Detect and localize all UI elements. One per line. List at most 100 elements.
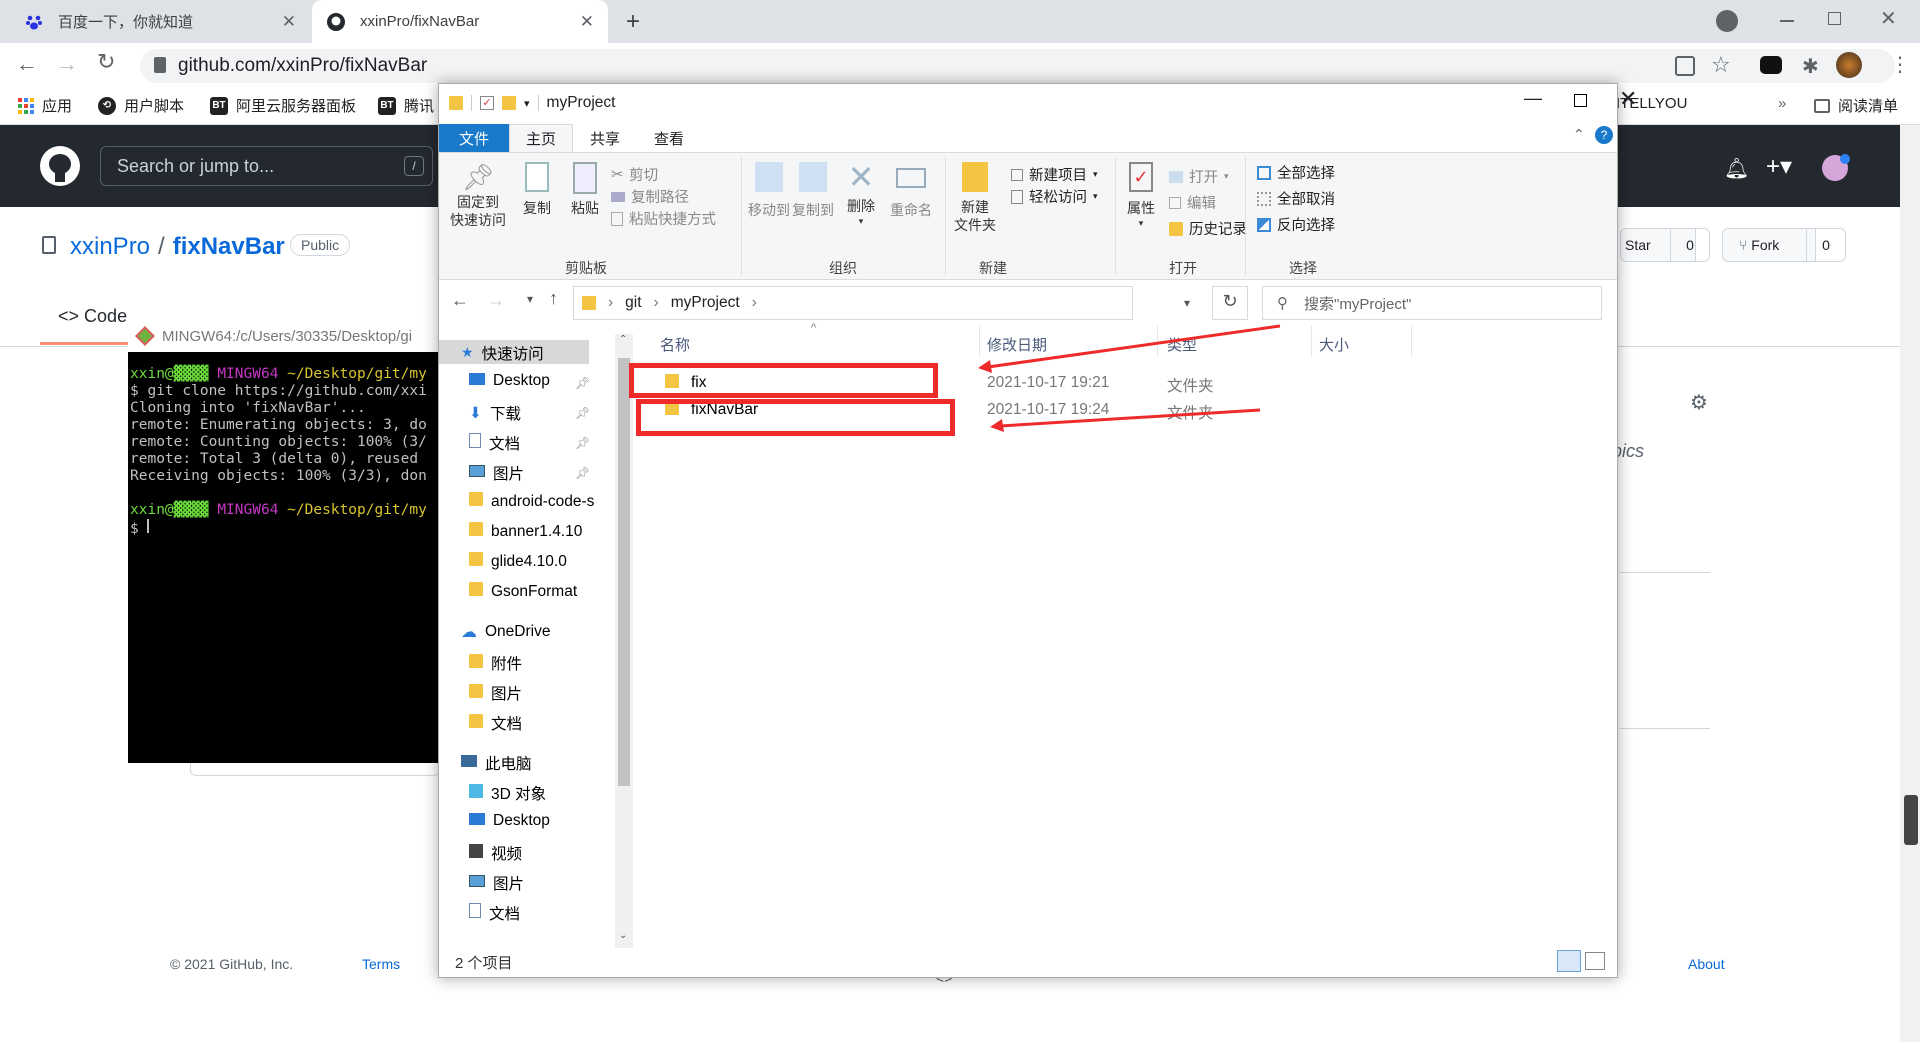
help-icon[interactable]: ? — [1595, 126, 1613, 144]
breadcrumb-git[interactable]: git — [625, 294, 641, 312]
details-view-icon[interactable] — [1557, 950, 1581, 972]
restore-icon[interactable] — [1828, 12, 1841, 25]
close-tab-icon[interactable]: ✕ — [580, 12, 594, 32]
ribbon-tab-home[interactable]: 主页 — [509, 124, 573, 152]
properties-button[interactable]: ✓ 属性 ▾ — [1121, 162, 1161, 229]
search-box[interactable]: ⚲ 搜索"myProject" — [1262, 286, 1602, 320]
easy-access-button[interactable]: 轻松访问 ▾ — [1011, 186, 1098, 207]
paste-button[interactable]: 粘贴 — [565, 162, 605, 218]
bookmark-star-icon[interactable]: ☆ — [1711, 52, 1731, 78]
tab-github[interactable]: xxinPro/fixNavBar ✕ — [312, 0, 608, 43]
column-header-size[interactable]: 大小 — [1319, 334, 1349, 355]
nav-item[interactable]: Desktop — [469, 372, 550, 390]
paste-shortcut-button[interactable]: 粘贴快捷方式 — [611, 208, 716, 229]
nav-item[interactable]: 附件 — [469, 652, 522, 674]
settings-gear-icon[interactable]: ⚙ — [1690, 390, 1708, 415]
ribbon-tab-file[interactable]: 文件 — [439, 124, 509, 152]
invert-selection-button[interactable]: 反向选择 — [1257, 214, 1335, 235]
tab-search-icon[interactable] — [1716, 10, 1738, 32]
bookmarks-overflow-icon[interactable]: » — [1778, 95, 1786, 112]
bookmark-userscript[interactable]: ⟲ 用户脚本 — [98, 95, 184, 116]
translate-icon[interactable] — [1675, 56, 1695, 76]
move-to-button[interactable]: 移动到 — [747, 162, 791, 220]
fork-button[interactable]: ⑂ Fork — [1722, 228, 1816, 262]
nav-item[interactable]: android-code-s — [469, 492, 594, 511]
up-icon[interactable]: ↑ — [549, 288, 558, 309]
nav-scrollbar[interactable]: ⌃ ⌄ — [615, 334, 633, 948]
customize-dropdown-icon[interactable]: ▾ — [524, 97, 530, 110]
fork-count[interactable]: 0 — [1806, 228, 1846, 262]
back-icon[interactable]: ← — [451, 290, 469, 311]
tab-code[interactable]: <> Code — [58, 306, 127, 327]
nav-item[interactable]: 文档 — [469, 432, 520, 454]
properties-check-icon[interactable]: ✓ — [480, 96, 494, 110]
recent-dropdown-icon[interactable]: ▾ — [527, 292, 533, 306]
pin-quick-access-button[interactable]: 📌︎ 固定到 快速访问 — [447, 162, 509, 229]
ribbon-tab-share[interactable]: 共享 — [573, 124, 637, 152]
extension-icon[interactable] — [1760, 56, 1782, 74]
terminal-window[interactable]: xxin@▓▓▓▓ MINGW64 ~/Desktop/git/my $ git… — [128, 320, 448, 763]
notifications-bell-icon[interactable]: 🔔︎ — [1724, 156, 1749, 181]
copy-path-button[interactable]: 复制路径 — [611, 186, 689, 207]
star-count[interactable]: 0 — [1670, 228, 1710, 262]
nav-item[interactable]: 视频 — [469, 842, 522, 864]
github-logo-icon[interactable] — [40, 146, 80, 186]
address-dropdown-icon[interactable]: ▾ — [1184, 296, 1190, 310]
nav-item[interactable]: GsonFormat — [469, 582, 577, 601]
close-window-icon[interactable]: ✕ — [1880, 6, 1897, 31]
new-folder-button[interactable]: 新建 文件夹 — [947, 162, 1003, 234]
nav-item[interactable]: 图片 — [469, 872, 524, 894]
copy-button[interactable]: 复制 — [517, 162, 557, 218]
column-header-name[interactable]: 名称 — [660, 334, 690, 355]
page-scrollbar[interactable] — [1900, 125, 1920, 1042]
bookmark-apps[interactable]: 应用 — [18, 95, 72, 116]
maximize-icon[interactable] — [1574, 94, 1587, 107]
minimize-icon[interactable]: — — [1524, 88, 1542, 109]
collapse-ribbon-icon[interactable]: ⌃ — [1573, 126, 1585, 143]
bookmark-aliyun[interactable]: BT 阿里云服务器面板 — [210, 95, 356, 116]
close-tab-icon[interactable]: ✕ — [282, 12, 296, 32]
nav-item[interactable]: 文档 — [469, 902, 520, 924]
delete-button[interactable]: ✕ 删除 ▾ — [841, 158, 881, 227]
footer-terms-link[interactable]: Terms — [362, 956, 400, 972]
bookmark-tencent[interactable]: BT 腾讯 — [378, 95, 434, 116]
cut-button[interactable]: ✂ 剪切 — [611, 164, 658, 185]
nav-item[interactable]: ☁ OneDrive — [461, 622, 550, 642]
repo-name-link[interactable]: fixNavBar — [173, 233, 285, 261]
nav-item[interactable]: 图片 — [469, 682, 522, 704]
nav-item[interactable]: banner1.4.10 — [469, 522, 582, 541]
scrollbar-thumb[interactable] — [1904, 795, 1918, 845]
new-folder-icon[interactable] — [502, 96, 516, 110]
address-breadcrumb[interactable]: › git › myProject › ▾ — [573, 286, 1190, 320]
nav-item[interactable]: 文档 — [469, 712, 522, 734]
menu-icon[interactable]: ⋮ — [1890, 52, 1910, 77]
create-new-icon[interactable]: +▾ — [1766, 152, 1792, 181]
new-item-button[interactable]: 新建项目 ▾ — [1011, 164, 1098, 185]
copy-to-button[interactable]: 复制到 — [791, 162, 835, 220]
forward-icon[interactable]: → — [56, 51, 78, 77]
repo-owner-link[interactable]: xxinPro — [70, 233, 150, 261]
nav-item[interactable]: 3D 对象 — [469, 782, 546, 804]
reading-list[interactable]: 阅读清单 — [1814, 95, 1898, 116]
large-icons-view-icon[interactable] — [1585, 952, 1605, 970]
forward-icon[interactable]: → — [487, 290, 505, 311]
rename-button[interactable]: 重命名 — [887, 162, 935, 220]
reload-icon[interactable]: ↻ — [97, 49, 115, 75]
footer-about-link[interactable]: About — [1688, 956, 1725, 972]
address-bar[interactable]: github.com/xxinPro/fixNavBar ☆ — [140, 49, 1895, 83]
ribbon-tab-view[interactable]: 查看 — [637, 124, 701, 152]
minimize-icon[interactable] — [1780, 20, 1794, 22]
nav-item[interactable]: Desktop — [469, 812, 550, 830]
puzzle-icon[interactable]: ✱ — [1802, 54, 1819, 79]
open-button[interactable]: 打开 ▾ — [1169, 166, 1229, 187]
edit-button[interactable]: 编辑 — [1169, 192, 1216, 213]
new-tab-button[interactable]: + — [626, 8, 640, 36]
breadcrumb-myproject[interactable]: myProject — [671, 294, 740, 312]
nav-item[interactable]: 图片 — [469, 462, 524, 484]
nav-item[interactable]: ★ 快速访问 — [461, 342, 544, 364]
nav-item[interactable]: ⬇ 下载 — [469, 402, 521, 424]
back-icon[interactable]: ← — [16, 51, 38, 77]
github-search-input[interactable]: Search or jump to... / — [100, 146, 433, 186]
history-button[interactable]: 历史记录 — [1169, 218, 1247, 239]
avatar[interactable] — [1836, 52, 1862, 78]
